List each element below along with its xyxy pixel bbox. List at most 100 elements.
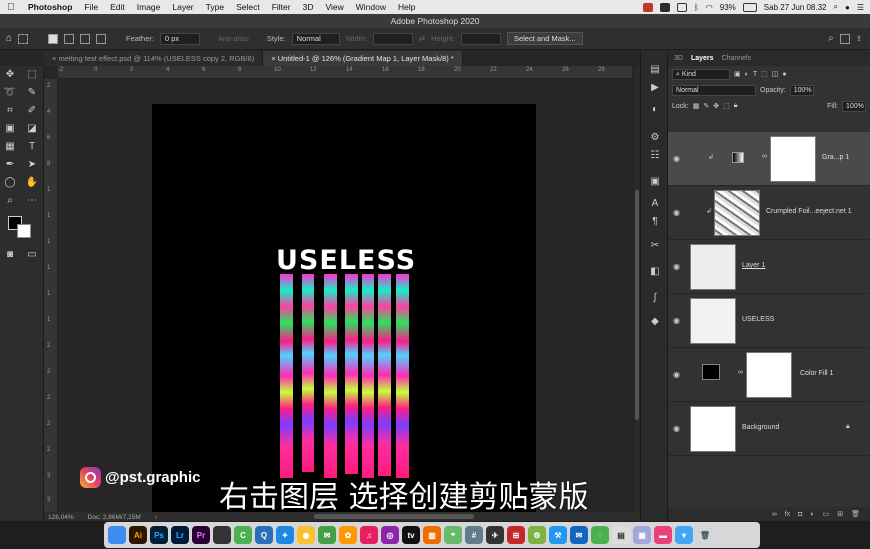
- quicktime-icon[interactable]: Q: [255, 526, 273, 544]
- link-icon[interactable]: ∞: [762, 153, 767, 160]
- tab-melting-text[interactable]: × melting text effect.psd @ 114% (USELES…: [44, 51, 264, 66]
- add-mask-icon[interactable]: ◘: [798, 511, 802, 518]
- workspace-icon[interactable]: [839, 33, 850, 44]
- new-layer-icon[interactable]: ⊞: [837, 510, 843, 518]
- music-icon[interactable]: ♫: [360, 526, 378, 544]
- layer-name[interactable]: Layer 1: [742, 262, 765, 269]
- layer-thumbnail[interactable]: [714, 190, 760, 236]
- adjustments-icon[interactable]: ◐: [648, 104, 662, 116]
- layer-row-background[interactable]: ◉ Background 🔒︎: [668, 402, 870, 456]
- layer-row-crumpled-foil[interactable]: ◉ ↲ Crumpled Foil...eeject.net 1: [668, 186, 870, 240]
- ellipse-tool-icon[interactable]: ◯: [2, 176, 18, 190]
- sliders-icon[interactable]: ☷: [648, 150, 662, 162]
- camo-icon[interactable]: C: [234, 526, 252, 544]
- premiere-icon[interactable]: Pr: [192, 526, 210, 544]
- tv-icon[interactable]: tv: [402, 526, 420, 544]
- menubar-clock[interactable]: Sab 27 Jun 08.32: [764, 3, 827, 12]
- wechat-icon[interactable]: ◌: [591, 526, 609, 544]
- maps-icon[interactable]: ⌖: [444, 526, 462, 544]
- preview-icon[interactable]: ▣: [633, 526, 651, 544]
- intersect-selection-icon[interactable]: [96, 33, 107, 44]
- move-tool-icon[interactable]: ✥: [2, 68, 18, 82]
- lightroom-icon[interactable]: Lr: [171, 526, 189, 544]
- eye-icon[interactable]: ◉: [673, 424, 680, 433]
- books-icon[interactable]: ▥: [423, 526, 441, 544]
- lock-artboard-icon[interactable]: ⬚: [723, 102, 730, 110]
- brushes-icon[interactable]: ◧: [648, 266, 662, 278]
- record-icon[interactable]: [642, 2, 653, 12]
- illustrator-icon[interactable]: Ai: [129, 526, 147, 544]
- layer-thumbnail[interactable]: [690, 298, 736, 344]
- new-selection-icon[interactable]: [48, 33, 59, 44]
- background-color-swatch[interactable]: [17, 224, 31, 238]
- crop-tool-icon[interactable]: ⌗: [2, 104, 18, 118]
- tab-untitled-1[interactable]: × Untitled-1 @ 126% (Gradient Map 1, Lay…: [263, 51, 463, 66]
- eye-icon[interactable]: ◉: [673, 316, 680, 325]
- marquee-preset-icon[interactable]: [18, 33, 29, 44]
- history-icon[interactable]: ▤: [648, 64, 662, 76]
- control-center-icon[interactable]: ☰: [857, 3, 864, 12]
- slack-icon[interactable]: #: [465, 526, 483, 544]
- eye-icon[interactable]: ◉: [673, 208, 680, 217]
- eye-icon[interactable]: ◉: [673, 370, 680, 379]
- filter-pixel-icon[interactable]: ▣: [734, 70, 741, 78]
- layer-name[interactable]: Color Fill 1: [800, 370, 833, 377]
- layer-thumbnail[interactable]: [690, 244, 736, 290]
- wifi-icon[interactable]: ◠: [706, 3, 713, 12]
- menu-layer[interactable]: Layer: [166, 2, 199, 12]
- zoom-tool-icon[interactable]: ⌕: [2, 194, 18, 208]
- group-icon[interactable]: ▭: [823, 510, 830, 518]
- siri-icon[interactable]: ●: [845, 3, 850, 12]
- doc-size[interactable]: Doc: 2,86M/7,15M: [88, 514, 141, 521]
- layer-row-useless[interactable]: ◉ USELESS: [668, 294, 870, 348]
- stamp-tool-icon[interactable]: ▣: [2, 122, 18, 136]
- layer-row-layer-1[interactable]: ◉ Layer 1: [668, 240, 870, 294]
- app-icon[interactable]: ✈: [486, 526, 504, 544]
- tools-icon[interactable]: ✂: [648, 240, 662, 252]
- display-icon[interactable]: [659, 2, 670, 12]
- layer-mask-thumbnail[interactable]: [746, 352, 792, 398]
- home-icon[interactable]: ⌂: [6, 33, 12, 44]
- kind-filter-select[interactable]: ⌕ Kind: [672, 68, 730, 80]
- menu-file[interactable]: File: [78, 2, 104, 12]
- layer-row-color-fill[interactable]: ◉ ∞ Color Fill 1: [668, 348, 870, 402]
- zoom-level[interactable]: 126,04%: [48, 514, 74, 521]
- brush-tool-icon[interactable]: ✐: [24, 104, 40, 118]
- spotlight-icon[interactable]: ⌕: [834, 2, 838, 12]
- photos-icon[interactable]: ✿: [339, 526, 357, 544]
- podcasts-icon[interactable]: ◎: [381, 526, 399, 544]
- layer-name[interactable]: Background: [742, 424, 779, 431]
- menu-help[interactable]: Help: [392, 2, 421, 12]
- path-select-icon[interactable]: ➤: [24, 158, 40, 172]
- more-tools-icon[interactable]: ⋯: [24, 194, 40, 208]
- tab-layers[interactable]: Layers: [691, 55, 714, 62]
- app-icon[interactable]: ⊞: [507, 526, 525, 544]
- blend-mode-select[interactable]: Normal: [672, 84, 756, 96]
- menu-3d[interactable]: 3D: [297, 2, 320, 12]
- layer-thumbnail[interactable]: [690, 406, 736, 452]
- layer-name[interactable]: Gra...p 1: [822, 154, 849, 161]
- menu-window[interactable]: Window: [350, 2, 392, 12]
- feather-input[interactable]: 0 px: [159, 32, 200, 45]
- select-and-mask-button[interactable]: Select and Mask...: [506, 32, 583, 45]
- fill-input[interactable]: 100%: [842, 100, 866, 112]
- mail-icon[interactable]: ✉: [570, 526, 588, 544]
- app-icon[interactable]: [213, 526, 231, 544]
- layer-mask-thumbnail[interactable]: [770, 136, 816, 182]
- airplay-icon[interactable]: [676, 2, 687, 12]
- paragraph-icon[interactable]: ¶: [648, 216, 662, 228]
- menu-app-name[interactable]: Photoshop: [22, 2, 78, 12]
- glyphs-icon[interactable]: ◆: [648, 316, 662, 328]
- play-icon[interactable]: ▶: [648, 82, 662, 94]
- type-tool-icon[interactable]: T: [24, 140, 40, 154]
- filter-toggle-icon[interactable]: ●: [782, 71, 786, 78]
- scrollbar-thumb[interactable]: [635, 190, 639, 420]
- lock-position-icon[interactable]: ✥: [713, 102, 719, 110]
- width-input[interactable]: [372, 32, 413, 45]
- filter-type-icon[interactable]: T: [753, 71, 757, 78]
- gradient-tool-icon[interactable]: ▦: [2, 140, 18, 154]
- color-fill-swatch[interactable]: [702, 364, 720, 380]
- layer-name[interactable]: Crumpled Foil...eeject.net 1: [766, 208, 852, 215]
- character-icon[interactable]: A: [648, 198, 662, 210]
- downloads-icon[interactable]: ▾: [675, 526, 693, 544]
